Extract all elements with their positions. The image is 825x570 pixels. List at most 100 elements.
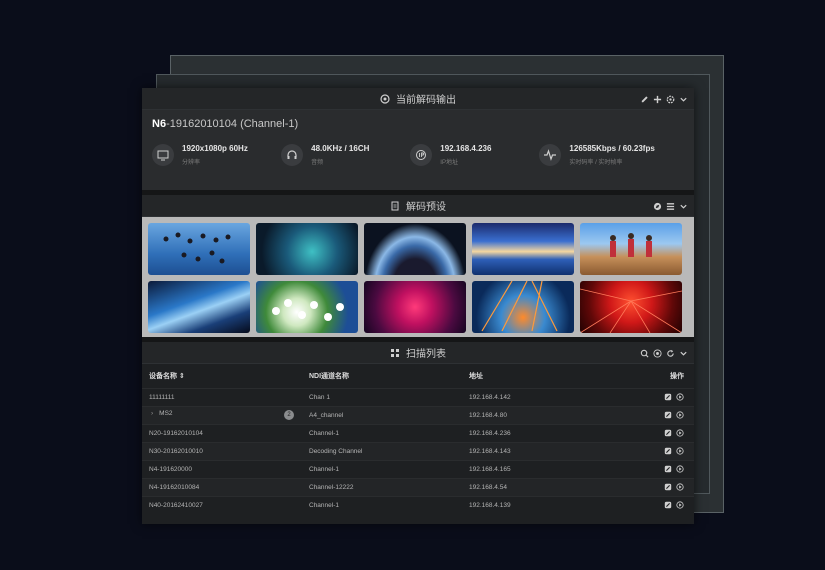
play-circle-icon[interactable]: [676, 393, 684, 401]
preset-thumbnail-lilies[interactable]: [256, 281, 358, 333]
preset-thumbnail-runners[interactable]: [580, 223, 682, 275]
target-icon[interactable]: [653, 348, 662, 358]
table-row[interactable]: N4-191620000 Channel-1 192.168.4.165: [142, 459, 694, 478]
metric-bitrate: 126585Kbps / 60.23fps 实时码率 / 实时帧率: [539, 144, 684, 166]
table-header-row: 设备名称 ⇕ NDI通道名称 地址 操作: [142, 364, 694, 388]
ndi-channel-cell: Decoding Channel: [302, 441, 462, 460]
metric-label: IP地址: [440, 160, 458, 166]
search-icon[interactable]: [640, 349, 649, 358]
actions-cell: [642, 405, 694, 424]
preset-thumbnail-sunset[interactable]: [472, 223, 574, 275]
actions-cell: [642, 387, 694, 406]
link-icon[interactable]: [664, 483, 672, 491]
scan-panel-title: 扫描列表: [406, 349, 446, 360]
link-icon[interactable]: [664, 465, 672, 473]
play-circle-icon[interactable]: [676, 447, 684, 455]
preset-thumbnail-concert-pink[interactable]: [364, 281, 466, 333]
play-circle-icon[interactable]: [676, 429, 684, 437]
metric-value: 192.168.4.236: [440, 144, 492, 153]
metrics-row: 1920x1080p 60Hz 分辨率 48.0KHz / 16CH 音频 192.…: [152, 144, 684, 166]
play-circle-icon[interactable]: [676, 501, 684, 509]
preset-thumbnail-laser-red[interactable]: [580, 281, 682, 333]
gear-icon[interactable]: [666, 95, 675, 104]
address-cell: 192.168.4.142: [462, 387, 642, 406]
preset-thumbnail-satellite[interactable]: [148, 281, 250, 333]
column-header-ndi-channel: NDI通道名称: [309, 372, 350, 380]
ndi-channel-cell: A4_channel: [302, 405, 462, 424]
preset-thumbnail-skydivers[interactable]: [148, 223, 250, 275]
play-circle-icon[interactable]: [676, 411, 684, 419]
main-window: 当前解码输出 N6-19162010104 (Channel-1) 1920x1…: [142, 88, 694, 524]
ip-icon: [416, 150, 427, 160]
table-row[interactable]: 11111111 Chan 1 192.168.4.142: [142, 387, 694, 406]
device-model: N6: [152, 118, 167, 130]
actions-cell: [642, 441, 694, 460]
scan-panel-header: 扫描列表: [142, 342, 694, 364]
table-row[interactable]: N4-19162010084 Channel-12222 192.168.4.5…: [142, 477, 694, 496]
play-circle-icon[interactable]: [676, 465, 684, 473]
column-header-address: 地址: [469, 372, 483, 380]
address-cell: 192.168.4.143: [462, 441, 642, 460]
link-icon[interactable]: [664, 447, 672, 455]
link-icon[interactable]: [664, 393, 672, 401]
output-panel-header: 当前解码输出: [142, 88, 694, 110]
link-icon[interactable]: [664, 411, 672, 419]
settings-circle-icon: [380, 93, 390, 104]
presets-panel-title: 解码预设: [406, 202, 446, 213]
device-info-panel: N6-19162010104 (Channel-1) 1920x1080p 60…: [142, 110, 694, 190]
address-cell: 192.168.4.54: [462, 477, 642, 496]
chevron-down-icon[interactable]: [679, 349, 688, 358]
headphones-icon: [287, 150, 297, 159]
edit-icon[interactable]: [640, 95, 649, 104]
preset-thumbnail-concert-orange[interactable]: [472, 281, 574, 333]
actions-cell: [642, 459, 694, 478]
play-circle-icon[interactable]: [676, 483, 684, 491]
compass-icon[interactable]: [653, 202, 662, 211]
monitor-icon: [157, 150, 169, 161]
table-row[interactable]: › MS2 2 A4_channel 192.168.4.80: [142, 405, 694, 424]
grid-icon: [391, 348, 399, 357]
device-name-cell: N4-19162010084: [142, 477, 302, 496]
ndi-channel-cell: Channel-1: [302, 423, 462, 442]
device-name: -19162010104 (Channel-1): [166, 118, 299, 130]
chevron-right-icon[interactable]: ›: [151, 410, 153, 417]
column-header-device-name[interactable]: 设备名称 ⇕: [142, 364, 302, 388]
device-title: N6-19162010104 (Channel-1): [152, 118, 684, 130]
preset-grid: [148, 223, 688, 333]
device-name-cell: N40-20162410027: [142, 495, 302, 514]
presets-panel-header: 解码预设: [142, 195, 694, 217]
metric-ip: 192.168.4.236 IP地址: [410, 144, 539, 166]
table-row[interactable]: N30-20162010010 Decoding Channel 192.168…: [142, 441, 694, 460]
metric-value: 1920x1080p 60Hz: [182, 144, 248, 153]
ndi-channel-cell: Channel-1: [302, 495, 462, 514]
link-icon[interactable]: [664, 429, 672, 437]
metric-label: 分辨率: [182, 160, 201, 166]
table-row[interactable]: N20-19162010104 Channel-1 192.168.4.236: [142, 423, 694, 442]
address-cell: 192.168.4.139: [462, 495, 642, 514]
preset-thumbnail-news-studio[interactable]: [256, 223, 358, 275]
device-name-cell: N4-191620000: [142, 459, 302, 478]
document-icon: [391, 201, 399, 210]
device-name-text: MS2: [159, 410, 173, 417]
refresh-icon[interactable]: [666, 349, 675, 358]
chevron-down-icon[interactable]: [679, 202, 688, 211]
list-icon[interactable]: [666, 202, 675, 211]
count-badge: 2: [284, 410, 294, 420]
column-header-actions: 操作: [670, 372, 684, 380]
ndi-channel-cell: Channel-12222: [302, 477, 462, 496]
address-cell: 192.168.4.236: [462, 423, 642, 442]
device-name-cell: › MS2 2: [142, 405, 302, 424]
move-icon[interactable]: [653, 95, 662, 104]
ndi-channel-cell: Channel-1: [302, 459, 462, 478]
preset-grid-panel: [142, 217, 694, 337]
metric-resolution: 1920x1080p 60Hz 分辨率: [152, 144, 281, 166]
device-name-cell: 11111111: [142, 387, 302, 406]
address-cell: 192.168.4.80: [462, 405, 642, 424]
preset-thumbnail-earth[interactable]: [364, 223, 466, 275]
chevron-down-icon[interactable]: [679, 95, 688, 104]
actions-cell: [642, 477, 694, 496]
metric-label: 实时码率 / 实时帧率: [569, 160, 623, 166]
link-icon[interactable]: [664, 501, 672, 509]
metric-label: 音频: [311, 160, 324, 166]
table-row[interactable]: N40-20162410027 Channel-1 192.168.4.139: [142, 495, 694, 514]
